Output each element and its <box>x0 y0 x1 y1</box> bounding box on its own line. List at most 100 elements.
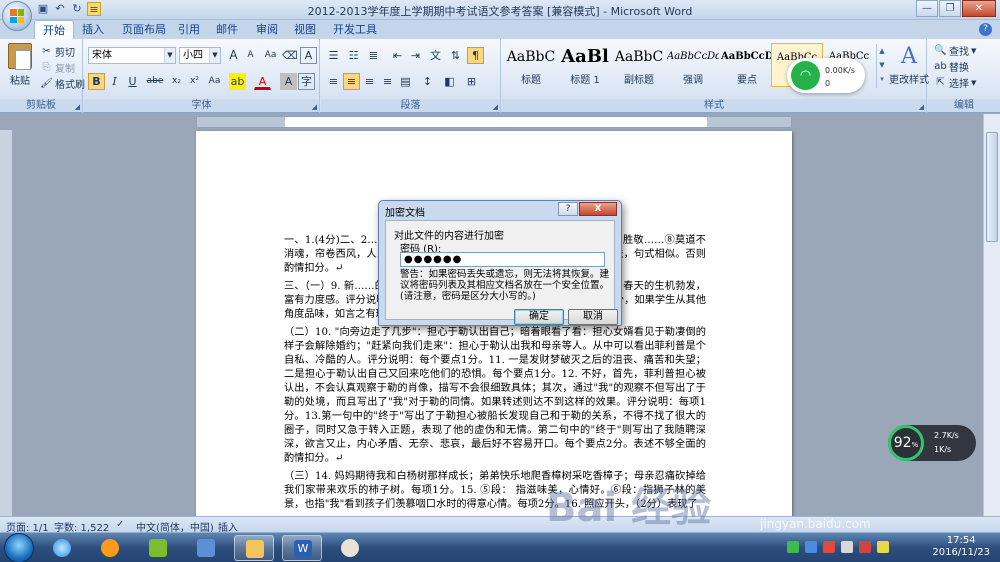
change-styles-button[interactable]: A 更改样式 <box>889 43 929 86</box>
align-center-icon[interactable]: ≡ <box>343 73 360 90</box>
clear-format-icon[interactable]: ⌫ <box>281 47 298 64</box>
upload-speed: 0.00K/s <box>825 66 855 75</box>
highlight-icon[interactable]: ab <box>229 73 246 90</box>
tab-view[interactable]: 视图 <box>294 21 316 37</box>
tab-home[interactable]: 开始 <box>34 20 74 40</box>
volume-icon[interactable] <box>841 541 853 553</box>
style-strong[interactable]: AaBbCcD 要点 <box>721 43 773 87</box>
explorer-icon[interactable] <box>138 535 178 561</box>
vertical-scrollbar[interactable] <box>983 114 1000 516</box>
borders-icon[interactable]: ⊞ <box>463 73 480 90</box>
style-title[interactable]: AaBbC 标题 <box>505 43 557 87</box>
copy-label: 复制 <box>55 64 75 75</box>
font-launcher-icon[interactable]: ◢ <box>312 103 317 111</box>
bold-button[interactable]: B <box>88 73 105 90</box>
select-button[interactable]: ⇱ 选择 ▼ <box>934 75 976 91</box>
antivirus-icon[interactable] <box>859 541 871 553</box>
sort-icon[interactable]: ⇅ <box>447 47 464 64</box>
ok-button[interactable]: 确定 <box>514 309 564 325</box>
paste-button[interactable]: 粘贴 <box>6 43 34 91</box>
tab-review[interactable]: 审阅 <box>256 21 278 37</box>
subscript-button[interactable]: x₂ <box>168 73 185 90</box>
decrease-indent-icon[interactable]: ⇤ <box>389 47 406 64</box>
font-name-combo[interactable]: 宋体 ▼ <box>88 47 176 64</box>
change-case-aa-button[interactable]: Aa <box>206 73 223 90</box>
cancel-button[interactable]: 取消 <box>568 309 618 325</box>
strikethrough-button[interactable]: abe <box>144 73 166 90</box>
change-case-button[interactable]: Aa <box>262 47 279 64</box>
line-spacing-icon[interactable]: ↕ <box>419 73 436 90</box>
dialog-close-button[interactable]: X <box>579 202 617 216</box>
password-input[interactable]: ●●●●●● <box>400 252 605 267</box>
format-painter-label: 格式刷 <box>55 80 85 91</box>
multilevel-list-icon[interactable]: ≣ <box>365 47 382 64</box>
style-emphasis[interactable]: AaBbCcDd 强调 <box>667 43 719 87</box>
copy-button[interactable]: ⎘ 复制 <box>40 60 76 76</box>
document-page[interactable]: 一、1.(4分)二、2……，3……迅 莫言 ③晁盖 史进 每小题1分，错一……胜… <box>196 131 792 527</box>
numbering-icon[interactable]: ☷ <box>345 47 362 64</box>
tab-page-layout[interactable]: 页面布局 <box>122 21 166 37</box>
title-bar: ▣ ↶ ↻ ≡ 2012-2013学年度上学期期中考试语文参考答案 [兼容模式]… <box>0 0 1000 31</box>
minimize-button[interactable]: — <box>916 0 938 17</box>
tab-references[interactable]: 引用 <box>178 21 200 37</box>
system-monitor-widget[interactable]: 92% 2.7K/s 1K/s <box>888 425 976 461</box>
styles-launcher-icon[interactable]: ◢ <box>919 103 924 111</box>
bullets-icon[interactable]: ☰ <box>325 47 342 64</box>
paint-icon[interactable] <box>330 535 370 561</box>
show-marks-icon[interactable]: ¶ <box>467 47 484 64</box>
replace-button[interactable]: ab 替换 <box>934 59 969 75</box>
cut-button[interactable]: ✂ 剪切 <box>40 44 75 60</box>
shrink-font-button[interactable]: A <box>242 47 259 64</box>
folder-icon[interactable] <box>234 535 274 561</box>
dialog-help-button[interactable]: ? <box>558 202 578 216</box>
security-icon[interactable] <box>823 541 835 553</box>
start-button[interactable] <box>4 533 34 562</box>
office-button[interactable] <box>2 1 32 31</box>
tab-developer[interactable]: 开发工具 <box>333 21 377 37</box>
ie-icon[interactable] <box>42 535 82 561</box>
network-speed-widget[interactable]: ◠ 0.00K/s 0 <box>787 58 865 93</box>
proofing-icon[interactable]: ✓ <box>116 519 124 530</box>
superscript-button[interactable]: x² <box>186 73 203 90</box>
italic-button[interactable]: I <box>106 73 123 90</box>
distributed-icon[interactable]: ▤ <box>397 73 414 90</box>
clipboard-launcher-icon[interactable]: ◢ <box>75 103 80 111</box>
increase-indent-icon[interactable]: ⇥ <box>407 47 424 64</box>
tab-insert[interactable]: 插入 <box>82 21 104 37</box>
char-shading-icon[interactable]: A <box>280 73 297 90</box>
word-icon[interactable]: W <box>282 535 322 561</box>
align-left-icon[interactable]: ≡ <box>325 73 342 90</box>
clock[interactable]: 17:54 2016/11/23 <box>932 535 990 559</box>
align-right-icon[interactable]: ≡ <box>361 73 378 90</box>
vertical-ruler[interactable] <box>0 130 12 516</box>
close-button[interactable]: ✕ <box>962 0 996 17</box>
char-border-icon[interactable]: A <box>300 47 317 64</box>
network-icon[interactable] <box>186 535 226 561</box>
chinese-layout-icon[interactable]: 文 <box>427 47 444 64</box>
style-subtitle[interactable]: AaBbC 副标题 <box>613 43 665 87</box>
maximize-button[interactable]: ❐ <box>939 0 961 17</box>
horizontal-ruler[interactable] <box>196 116 792 128</box>
ruler-area <box>0 114 1000 130</box>
enclose-char-icon[interactable]: 字 <box>298 73 315 90</box>
font-size-combo[interactable]: 小四 ▼ <box>179 47 221 64</box>
paragraph-launcher-icon[interactable]: ◢ <box>493 103 498 111</box>
find-button[interactable]: 🔍 查找 ▼ <box>934 43 976 59</box>
media-player-icon[interactable] <box>90 535 130 561</box>
shading-icon[interactable]: ◧ <box>441 73 458 90</box>
clipboard-group: 粘贴 ✂ 剪切 ⎘ 复制 🖌 格式刷 剪贴板 ◢ <box>0 39 85 113</box>
underline-button[interactable]: U <box>124 73 141 90</box>
wifi-tray-icon[interactable] <box>787 541 799 553</box>
grow-font-button[interactable]: A <box>225 47 242 64</box>
style-heading-1[interactable]: AaBl 标题 1 <box>559 43 611 87</box>
justify-icon[interactable]: ≡ <box>379 73 396 90</box>
font-color-icon[interactable]: A <box>254 73 271 90</box>
scroll-thumb[interactable] <box>986 132 998 242</box>
input-method-icon[interactable] <box>805 541 817 553</box>
flag-icon[interactable] <box>877 541 889 553</box>
paragraph-group: ☰ ☷ ≣ ⇤ ⇥ 文 ⇅ ¶ ≡ ≡ ≡ ≡ ▤ ↕ ◧ ⊞ 段落 ◢ <box>321 39 501 113</box>
gallery-scroll[interactable]: ▲ ▼ ▾ <box>876 44 887 88</box>
help-icon[interactable]: ? <box>979 23 992 36</box>
format-painter-button[interactable]: 🖌 格式刷 <box>40 76 85 92</box>
tab-mailings[interactable]: 邮件 <box>216 21 238 37</box>
